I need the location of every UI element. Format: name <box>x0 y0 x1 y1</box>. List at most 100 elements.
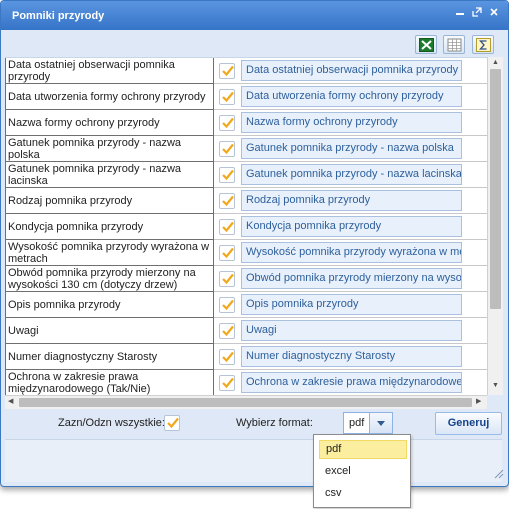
column-checkbox[interactable] <box>219 245 235 261</box>
column-checkbox[interactable] <box>219 297 235 313</box>
column-checkbox[interactable] <box>219 375 235 391</box>
column-label: Kondycja pomnika przyrody <box>5 214 214 240</box>
column-header-input[interactable]: Obwód pomnika przyrody mierzony na wysol <box>241 268 462 289</box>
table-row: Gatunek pomnika przyrody - nazwa polska G… <box>5 136 487 162</box>
column-label: Wysokość pomnika przyrody wyrażona w met… <box>5 240 214 266</box>
excel-icon <box>419 38 434 52</box>
vertical-scroll-thumb[interactable] <box>490 69 501 309</box>
column-header-input[interactable]: Uwagi <box>241 320 462 341</box>
check-icon <box>222 273 234 285</box>
select-all-checkbox[interactable] <box>164 415 180 431</box>
window-title: Pomniki przyrody <box>12 10 105 22</box>
column-label: Rodzaj pomnika przyrody <box>5 188 214 214</box>
scroll-right-icon[interactable]: ▶ <box>476 398 481 406</box>
format-option-excel[interactable]: excel <box>319 462 407 481</box>
column-header-input[interactable]: Data ostatniej obserwacji pomnika przyro… <box>241 60 462 81</box>
grid-icon <box>447 38 462 52</box>
table-row: Wysokość pomnika przyrody wyrażona w met… <box>5 240 487 266</box>
column-checkbox[interactable] <box>219 167 235 183</box>
column-header-input[interactable]: Data utworzenia formy ochrony przyrody <box>241 86 462 107</box>
check-icon <box>222 91 234 103</box>
column-header-input[interactable]: Opis pomnika przyrody <box>241 294 462 315</box>
scroll-down-icon[interactable]: ▼ <box>492 382 499 390</box>
column-label: Data utworzenia formy ochrony przyrody <box>5 84 214 110</box>
table-row: Numer diagnostyczny Starosty Numer diagno… <box>5 344 487 370</box>
table-row: Data utworzenia formy ochrony przyrody Da… <box>5 84 487 110</box>
check-icon <box>222 221 234 233</box>
horizontal-scroll-thumb[interactable] <box>19 398 472 407</box>
footer-bar: Zazn/Odzn wszystkie: Wybierz format: pdf… <box>1 409 508 439</box>
column-header-input[interactable]: Ochrona w zakresie prawa międzynarodowe <box>241 372 462 393</box>
excel-export-button[interactable] <box>415 35 437 54</box>
column-header-input[interactable]: Wysokość pomnika przyrody wyrażona w me <box>241 242 462 263</box>
close-icon[interactable] <box>487 7 501 21</box>
column-checkbox[interactable] <box>219 349 235 365</box>
column-checkbox[interactable] <box>219 115 235 131</box>
check-icon <box>222 169 234 181</box>
column-checkbox[interactable] <box>219 63 235 79</box>
check-icon <box>222 377 234 389</box>
column-header-input[interactable]: Nazwa formy ochrony przyrody <box>241 112 462 133</box>
check-icon <box>222 351 234 363</box>
column-checkbox[interactable] <box>219 323 235 339</box>
check-icon <box>222 325 234 337</box>
table-row: Opis pomnika przyrody Opis pomnika przyro… <box>5 292 487 318</box>
table-row: Rodzaj pomnika przyrody Rodzaj pomnika pr… <box>5 188 487 214</box>
column-header-input[interactable]: Gatunek pomnika przyrody - nazwa lacinsk… <box>241 164 462 185</box>
window-body-bottom <box>5 439 502 482</box>
column-checkbox[interactable] <box>219 219 235 235</box>
columns-button[interactable] <box>443 35 465 54</box>
column-checkbox[interactable] <box>219 89 235 105</box>
resize-grip-icon[interactable] <box>492 467 504 479</box>
column-label: Uwagi <box>5 318 214 344</box>
chevron-down-icon <box>377 421 385 426</box>
format-selected-value: pdf <box>349 417 365 429</box>
column-header-input[interactable]: Rodzaj pomnika przyrody <box>241 190 462 211</box>
table-row: Obwód pomnika przyrody mierzony na wysok… <box>5 266 487 292</box>
check-icon <box>222 195 234 207</box>
minimize-icon[interactable] <box>453 7 467 21</box>
format-dropdown-list: pdf excel csv <box>313 434 411 508</box>
column-header-input[interactable]: Gatunek pomnika przyrody - nazwa polska <box>241 138 462 159</box>
column-header-input[interactable]: Numer diagnostyczny Starosty <box>241 346 462 367</box>
column-label: Gatunek pomnika przyrody - nazwa polska <box>5 136 214 162</box>
table-row: Nazwa formy ochrony przyrody Nazwa formy … <box>5 110 487 136</box>
column-label: Numer diagnostyczny Starosty <box>5 344 214 370</box>
table-row: Ochrona w zakresie prawa międzynarodoweg… <box>5 370 487 395</box>
column-label: Ochrona w zakresie prawa międzynarodoweg… <box>5 370 214 395</box>
vertical-scrollbar[interactable]: ▲ ▼ <box>487 57 503 395</box>
check-icon <box>222 143 234 155</box>
check-icon <box>222 65 234 77</box>
table-row: Gatunek pomnika przyrody - nazwa lacinsk… <box>5 162 487 188</box>
table-row: Uwagi Uwagi <box>5 318 487 344</box>
column-label: Gatunek pomnika przyrody - nazwa lacinsk… <box>5 162 214 188</box>
column-label: Data ostatniej obserwacji pomnika przyro… <box>5 58 214 84</box>
summary-button[interactable] <box>472 35 494 54</box>
format-label: Wybierz format: <box>236 417 313 429</box>
check-icon <box>222 299 234 311</box>
format-option-pdf[interactable]: pdf <box>319 440 407 459</box>
column-label: Nazwa formy ochrony przyrody <box>5 110 214 136</box>
check-icon <box>222 247 234 259</box>
columns-grid: Data ostatniej obserwacji pomnika przyro… <box>5 57 487 395</box>
title-bar[interactable]: Pomniki przyrody <box>1 1 508 30</box>
maximize-icon[interactable] <box>470 7 484 21</box>
sum-icon <box>476 38 491 52</box>
format-dropdown-button[interactable] <box>369 412 393 434</box>
column-header-input[interactable]: Kondycja pomnika przyrody <box>241 216 462 237</box>
select-all-label: Zazn/Odzn wszystkie: <box>58 417 165 429</box>
table-row: Data ostatniej obserwacji pomnika przyro… <box>5 58 487 84</box>
format-option-csv[interactable]: csv <box>319 484 407 503</box>
column-label: Obwód pomnika przyrody mierzony na wysok… <box>5 266 214 292</box>
scroll-left-icon[interactable]: ◀ <box>8 398 13 406</box>
horizontal-scrollbar[interactable]: ◀ ▶ <box>5 395 487 409</box>
table-row: Kondycja pomnika przyrody Kondycja pomnik… <box>5 214 487 240</box>
toolbar <box>1 30 508 57</box>
column-label: Opis pomnika przyrody <box>5 292 214 318</box>
column-checkbox[interactable] <box>219 271 235 287</box>
scroll-up-icon[interactable]: ▲ <box>492 59 499 67</box>
column-checkbox[interactable] <box>219 141 235 157</box>
generate-button[interactable]: Generuj <box>435 412 502 435</box>
column-checkbox[interactable] <box>219 193 235 209</box>
check-icon <box>167 417 179 429</box>
